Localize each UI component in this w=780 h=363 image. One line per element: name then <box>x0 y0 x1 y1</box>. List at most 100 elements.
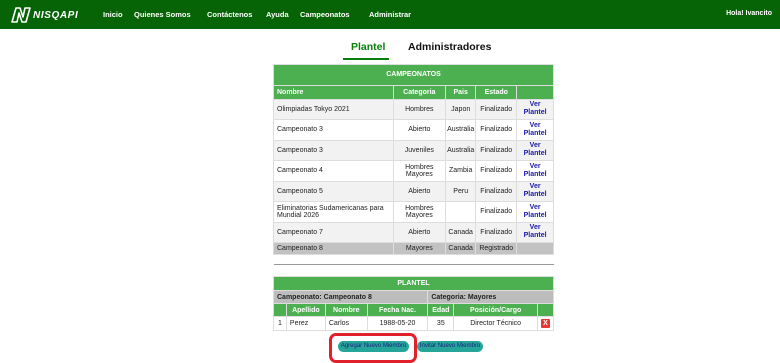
invitar-miembro-button[interactable]: Invitar Nuevo Miembro <box>417 341 483 352</box>
cell-nombre: Campeonato 3 <box>273 119 394 141</box>
cell-accion: Ver Plantel <box>516 119 554 141</box>
cell-num: 1 <box>273 316 287 331</box>
cell-pais: Australia <box>445 119 477 141</box>
cell-nombre: Campeonato 4 <box>273 160 394 182</box>
table-row[interactable]: Campeonato 4 Hombres Mayores Zambia Finaliz… <box>273 160 554 182</box>
campeonatos-caption: CAMPEONATOS <box>273 64 554 86</box>
cell-categoria: Hombres Mayores <box>392 160 447 182</box>
ver-plantel-link[interactable]: Ver Plantel <box>518 204 552 220</box>
brand-name: NISQAPI <box>33 9 79 21</box>
ver-plantel-link[interactable]: Ver Plantel <box>518 224 552 240</box>
cell-estado: Finalizado <box>475 139 518 161</box>
plantel-campeonato-label: Campeonato: Campeonato 8 <box>272 290 429 304</box>
cell-accion: Ver Plantel <box>516 221 554 243</box>
cell-delete: X <box>537 316 554 331</box>
top-navbar: NISQAPI Inicio Quienes Somos Contáctenos… <box>0 0 780 29</box>
col-estado: Estado <box>475 84 518 100</box>
cell-accion <box>516 242 554 255</box>
cell-pais <box>445 201 477 223</box>
cell-edad: 35 <box>427 316 455 331</box>
cell-categoria: Mayores <box>392 242 447 255</box>
col-apellido: Apellido <box>285 303 326 317</box>
cell-fecha: 1988-05-20 <box>366 316 429 331</box>
plantel-categoria-label: Categoria: Mayores <box>427 290 554 304</box>
cell-pais: Peru <box>445 180 477 202</box>
nav-administrar[interactable]: Administrar <box>369 10 411 19</box>
plantel-table: PLANTEL Campeonato: Campeonato 8 Categor… <box>272 276 554 331</box>
cell-nombre: Campeonato 7 <box>273 221 394 243</box>
plantel-body: 1 Perez Carlos 1988-05-20 35 Director Técnico… <box>273 316 554 331</box>
cell-apellido: Perez <box>285 316 326 331</box>
cell-categoria: Abierto <box>392 119 447 141</box>
cell-categoria: Abierto <box>392 180 447 202</box>
table-row[interactable]: Campeonato 5 Abierto Peru Finalizado Ver Pla… <box>273 180 554 202</box>
cell-estado: Finalizado <box>475 119 518 141</box>
table-row[interactable]: Campeonato 7 Abierto Canada Finalizado Ver P… <box>273 221 554 243</box>
logo-icon <box>11 7 31 23</box>
tab-plantel[interactable]: Plantel <box>351 41 385 53</box>
nav-contactenos[interactable]: Contáctenos <box>207 10 252 19</box>
col-nombre-miembro: Nombre <box>324 303 368 317</box>
tab-administradores[interactable]: Administradores <box>408 41 491 53</box>
col-nombre: Nombre <box>273 84 394 100</box>
nav-inicio[interactable]: Inicio <box>103 10 123 19</box>
col-accion <box>516 84 554 100</box>
table-row[interactable]: Olimpiadas Tokyo 2021 Hombres Japon Finaliz… <box>273 98 554 120</box>
cell-pais: Canada <box>445 242 477 255</box>
table-row[interactable]: Campeonato 8 Mayores Canada Registrado <box>273 242 554 255</box>
ver-plantel-link[interactable]: Ver Plantel <box>518 122 552 138</box>
cell-nombre: Campeonato 8 <box>273 242 394 255</box>
cell-estado: Finalizado <box>475 201 518 223</box>
delete-icon[interactable]: X <box>541 319 550 328</box>
col-pais: Pais <box>445 84 477 100</box>
nav-quienes-somos[interactable]: Quienes Somos <box>134 10 191 19</box>
cell-categoria: Hombres Mayores <box>392 201 447 223</box>
cell-accion: Ver Plantel <box>516 201 554 223</box>
cell-nombre: Campeonato 5 <box>273 180 394 202</box>
ver-plantel-link[interactable]: Ver Plantel <box>518 183 552 199</box>
highlight-annotation <box>329 333 417 363</box>
section-divider <box>274 264 554 265</box>
cell-categoria: Juveniles <box>392 139 447 161</box>
table-row[interactable]: Eliminatorias Sudamericanas para Mundial… <box>273 201 554 223</box>
cell-nombre: Campeonato 3 <box>273 139 394 161</box>
cell-nombre: Carlos <box>324 316 368 331</box>
cell-accion: Ver Plantel <box>516 139 554 161</box>
cell-estado: Finalizado <box>475 221 518 243</box>
table-row: 1 Perez Carlos 1988-05-20 35 Director Técnico… <box>273 316 554 331</box>
cell-cargo: Director Técnico <box>453 316 538 331</box>
ver-plantel-link[interactable]: Ver Plantel <box>518 163 552 179</box>
cell-categoria: Hombres <box>392 98 447 120</box>
col-delete <box>537 303 554 317</box>
cell-accion: Ver Plantel <box>516 160 554 182</box>
cell-estado: Finalizado <box>475 180 518 202</box>
ver-plantel-link[interactable]: Ver Plantel <box>518 142 552 158</box>
active-tab-indicator <box>343 58 389 60</box>
nav-campeonatos[interactable]: Campeonatos <box>300 10 350 19</box>
cell-nombre: Olimpiadas Tokyo 2021 <box>273 98 394 120</box>
cell-accion: Ver Plantel <box>516 180 554 202</box>
cell-categoria: Abierto <box>392 221 447 243</box>
col-edad: Edad <box>427 303 455 317</box>
col-fecha-nac: Fecha Nac. <box>366 303 429 317</box>
col-posicion-cargo: Posición/Cargo <box>453 303 538 317</box>
table-row[interactable]: Campeonato 3 Juveniles Australia Finalizado… <box>273 139 554 161</box>
cell-estado: Registrado <box>475 242 518 255</box>
campeonatos-table: CAMPEONATOS Nombre Categoria Pais Estado… <box>273 64 554 255</box>
table-row[interactable]: Campeonato 3 Abierto Australia Finalizado Ve… <box>273 119 554 141</box>
user-greeting[interactable]: Hola! Ivancito <box>726 10 772 17</box>
cell-pais: Canada <box>445 221 477 243</box>
plantel-caption: PLANTEL <box>273 276 554 291</box>
cell-pais: Australia <box>445 139 477 161</box>
cell-pais: Japon <box>445 98 477 120</box>
col-num <box>273 303 287 317</box>
cell-pais: Zambia <box>445 160 477 182</box>
cell-estado: Finalizado <box>475 160 518 182</box>
cell-nombre: Eliminatorias Sudamericanas para Mundial… <box>273 201 394 223</box>
ver-plantel-link[interactable]: Ver Plantel <box>518 101 552 117</box>
brand-logo[interactable]: NISQAPI <box>11 7 78 23</box>
nav-ayuda[interactable]: Ayuda <box>266 10 289 19</box>
cell-estado: Finalizado <box>475 98 518 120</box>
campeonatos-body: Olimpiadas Tokyo 2021 Hombres Japon Finaliz… <box>273 98 554 255</box>
col-categoria: Categoria <box>392 84 447 100</box>
